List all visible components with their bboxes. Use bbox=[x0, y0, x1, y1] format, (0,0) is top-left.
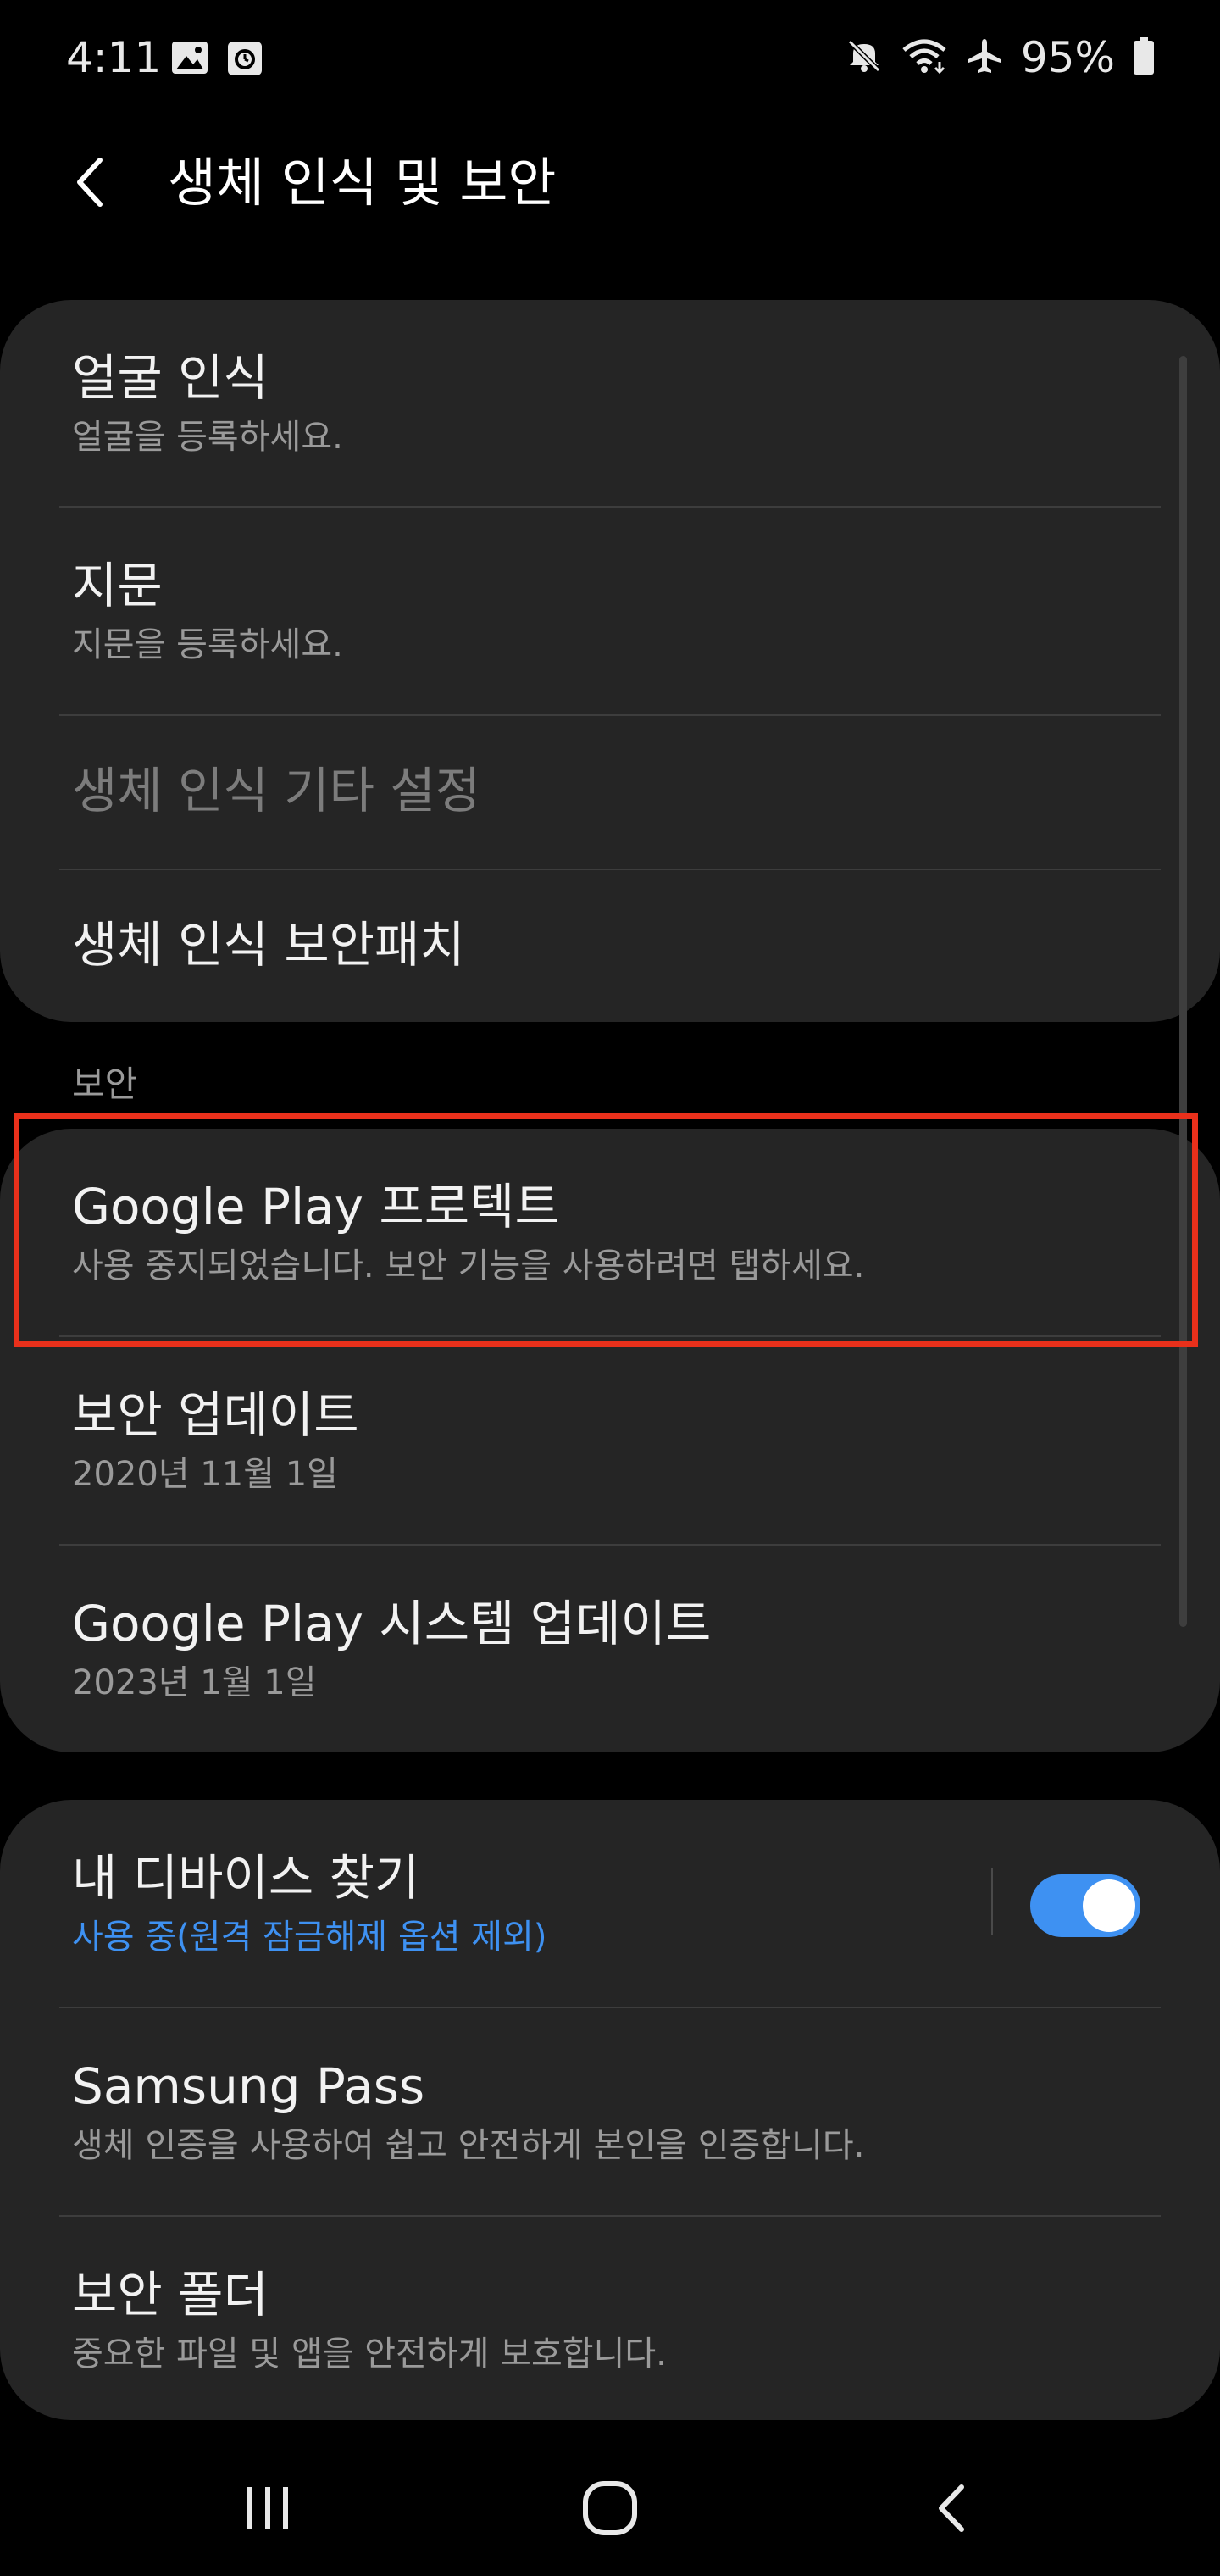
page-title: 생체 인식 및 보안 bbox=[168, 152, 557, 214]
biometrics-card: 얼굴 인식 얼굴을 등록하세요. 지문 지문을 등록하세요. 생체 인식 기타 … bbox=[0, 300, 1220, 1022]
toggle-separator bbox=[991, 1868, 993, 1935]
navigation-bar bbox=[0, 2440, 1220, 2576]
security-update-item[interactable]: 보안 업데이트 2020년 11월 1일 bbox=[0, 1337, 1220, 1544]
biometrics-other-settings-item[interactable]: 생체 인식 기타 설정 bbox=[0, 716, 1220, 869]
samsung-pass-item[interactable]: Samsung Pass 생체 인증을 사용하여 쉽고 안전하게 본인을 인증합… bbox=[0, 2008, 1220, 2215]
row-subtitle: 생체 인증을 사용하여 쉽고 안전하게 본인을 인증합니다. bbox=[72, 2126, 865, 2165]
wifi-icon bbox=[901, 36, 948, 79]
nav-back-button[interactable] bbox=[901, 2466, 1003, 2551]
mute-icon bbox=[845, 36, 884, 79]
home-icon bbox=[583, 2481, 637, 2535]
battery-icon bbox=[1132, 36, 1156, 79]
row-title: Google Play 시스템 업데이트 bbox=[72, 1595, 712, 1652]
chevron-left-icon bbox=[77, 158, 103, 207]
row-subtitle: 2023년 1월 1일 bbox=[72, 1663, 317, 1702]
row-subtitle: 사용 중지되었습니다. 보안 기능을 사용하려면 탭하세요. bbox=[72, 1246, 865, 1285]
recents-button[interactable] bbox=[217, 2466, 319, 2551]
status-time: 4:11 bbox=[66, 33, 162, 82]
alarm-clock-icon bbox=[225, 39, 264, 81]
airplane-icon bbox=[965, 36, 1004, 79]
status-bar: 4:11 95% bbox=[0, 0, 1220, 119]
back-button[interactable] bbox=[59, 148, 127, 216]
row-title: Google Play 프로텍트 bbox=[72, 1178, 560, 1235]
row-subtitle: 얼굴을 등록하세요. bbox=[72, 418, 343, 457]
row-subtitle: 2020년 11월 1일 bbox=[72, 1455, 338, 1494]
biometrics-security-patch-item[interactable]: 생체 인식 보안패치 bbox=[0, 870, 1220, 1022]
row-title: 보안 업데이트 bbox=[72, 1386, 359, 1444]
row-title: 내 디바이스 찾기 bbox=[72, 1849, 420, 1907]
row-subtitle: 지문을 등록하세요. bbox=[72, 625, 343, 664]
security-card: Google Play 프로텍트 사용 중지되었습니다. 보안 기능을 사용하려… bbox=[0, 1129, 1220, 1752]
google-play-protect-item[interactable]: Google Play 프로텍트 사용 중지되었습니다. 보안 기능을 사용하려… bbox=[0, 1129, 1220, 1335]
header: 생체 인식 및 보안 bbox=[0, 127, 1220, 237]
toggle-knob bbox=[1083, 1879, 1135, 1932]
gallery-icon bbox=[169, 39, 210, 80]
row-subtitle: 중요한 파일 및 앱을 안전하게 보호합니다. bbox=[72, 2334, 667, 2373]
section-label-security: 보안 bbox=[72, 1063, 138, 1105]
device-card: 내 디바이스 찾기 사용 중(원격 잠금해제 옵션 제외) Samsung Pa… bbox=[0, 1800, 1220, 2420]
google-play-system-update-item[interactable]: Google Play 시스템 업데이트 2023년 1월 1일 bbox=[0, 1546, 1220, 1752]
find-my-device-item[interactable]: 내 디바이스 찾기 사용 중(원격 잠금해제 옵션 제외) bbox=[0, 1800, 1220, 2007]
face-recognition-item[interactable]: 얼굴 인식 얼굴을 등록하세요. bbox=[0, 300, 1220, 507]
row-title: Samsung Pass bbox=[72, 2057, 425, 2115]
row-title: 생체 인식 기타 설정 bbox=[72, 762, 481, 819]
battery-percent: 95% bbox=[1020, 33, 1115, 82]
row-title: 보안 폴더 bbox=[72, 2266, 269, 2323]
row-title: 지문 bbox=[72, 557, 163, 614]
scrollbar[interactable] bbox=[1179, 356, 1187, 1627]
row-title: 생체 인식 보안패치 bbox=[72, 916, 465, 974]
fingerprint-item[interactable]: 지문 지문을 등록하세요. bbox=[0, 508, 1220, 714]
recents-icon bbox=[247, 2487, 288, 2529]
row-title: 얼굴 인식 bbox=[72, 349, 269, 407]
home-button[interactable] bbox=[559, 2466, 661, 2551]
row-subtitle: 사용 중(원격 잠금해제 옵션 제외) bbox=[72, 1918, 547, 1957]
back-icon bbox=[939, 2484, 964, 2532]
find-my-device-toggle[interactable] bbox=[1030, 1874, 1140, 1937]
secure-folder-item[interactable]: 보안 폴더 중요한 파일 및 앱을 안전하게 보호합니다. bbox=[0, 2217, 1220, 2420]
